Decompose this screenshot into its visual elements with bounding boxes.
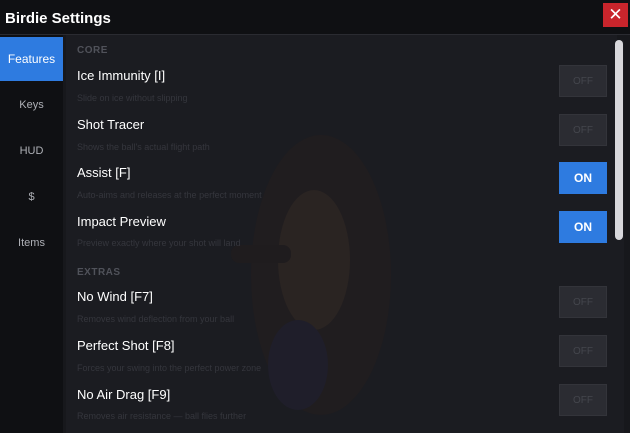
- settings-content: CORE Ice Immunity [I] Slide on ice witho…: [66, 35, 617, 433]
- setting-title: Impact Preview: [77, 214, 166, 229]
- setting-description: Slide on ice without slipping: [77, 93, 188, 103]
- tab-hud-label: HUD: [19, 145, 44, 157]
- setting-title: Shot Tracer: [77, 117, 145, 132]
- shot-tracer-toggle[interactable]: OFF: [559, 114, 607, 146]
- tab-keys-label: Keys: [19, 99, 44, 111]
- window-title: Birdie Settings: [5, 10, 111, 27]
- setting-title: Perfect Shot [F8]: [77, 338, 175, 353]
- close-button[interactable]: ✕: [603, 3, 628, 27]
- tab-hud[interactable]: HUD: [0, 129, 63, 173]
- tab-keys[interactable]: Keys: [0, 83, 63, 127]
- impact-preview-toggle[interactable]: ON: [559, 211, 607, 243]
- sidebar: Features Keys HUD $ Items: [0, 35, 63, 433]
- ice-immunity-toggle[interactable]: OFF: [559, 65, 607, 97]
- no-wind-toggle[interactable]: OFF: [559, 286, 607, 318]
- setting-description: Auto-aims and releases at the perfect mo…: [77, 190, 262, 200]
- tab-features[interactable]: Features: [0, 37, 63, 81]
- no-air-drag-toggle[interactable]: OFF: [559, 384, 607, 416]
- setting-title: Assist [F]: [77, 165, 131, 180]
- assist-toggle[interactable]: ON: [559, 162, 607, 194]
- tab-money-label: $: [28, 191, 35, 203]
- tab-items[interactable]: Items: [0, 221, 63, 265]
- setting-title: No Wind [F7]: [77, 289, 153, 304]
- setting-description: Removes air resistance — ball flies furt…: [77, 411, 247, 421]
- setting-description: Shows the ball's actual flight path: [77, 142, 210, 152]
- section-heading-extras: EXTRAS: [77, 267, 121, 278]
- title-bar[interactable]: Birdie Settings ✕: [0, 0, 630, 35]
- tab-items-label: Items: [18, 237, 45, 249]
- close-icon: ✕: [608, 5, 623, 24]
- setting-description: Preview exactly where your shot will lan…: [77, 238, 241, 248]
- tab-features-label: Features: [7, 52, 56, 66]
- setting-title: No Air Drag [F9]: [77, 387, 171, 402]
- setting-description: Removes wind deflection from your ball: [77, 314, 235, 324]
- perfect-shot-toggle[interactable]: OFF: [559, 335, 607, 367]
- setting-title: Ice Immunity [I]: [77, 68, 166, 83]
- settings-window: Birdie Settings ✕ Features Keys HUD $ It…: [0, 0, 630, 433]
- setting-description: Forces your swing into the perfect power…: [77, 363, 262, 373]
- section-heading-core: CORE: [77, 45, 108, 56]
- tab-money[interactable]: $: [0, 175, 63, 219]
- scrollbar-thumb[interactable]: [615, 40, 623, 240]
